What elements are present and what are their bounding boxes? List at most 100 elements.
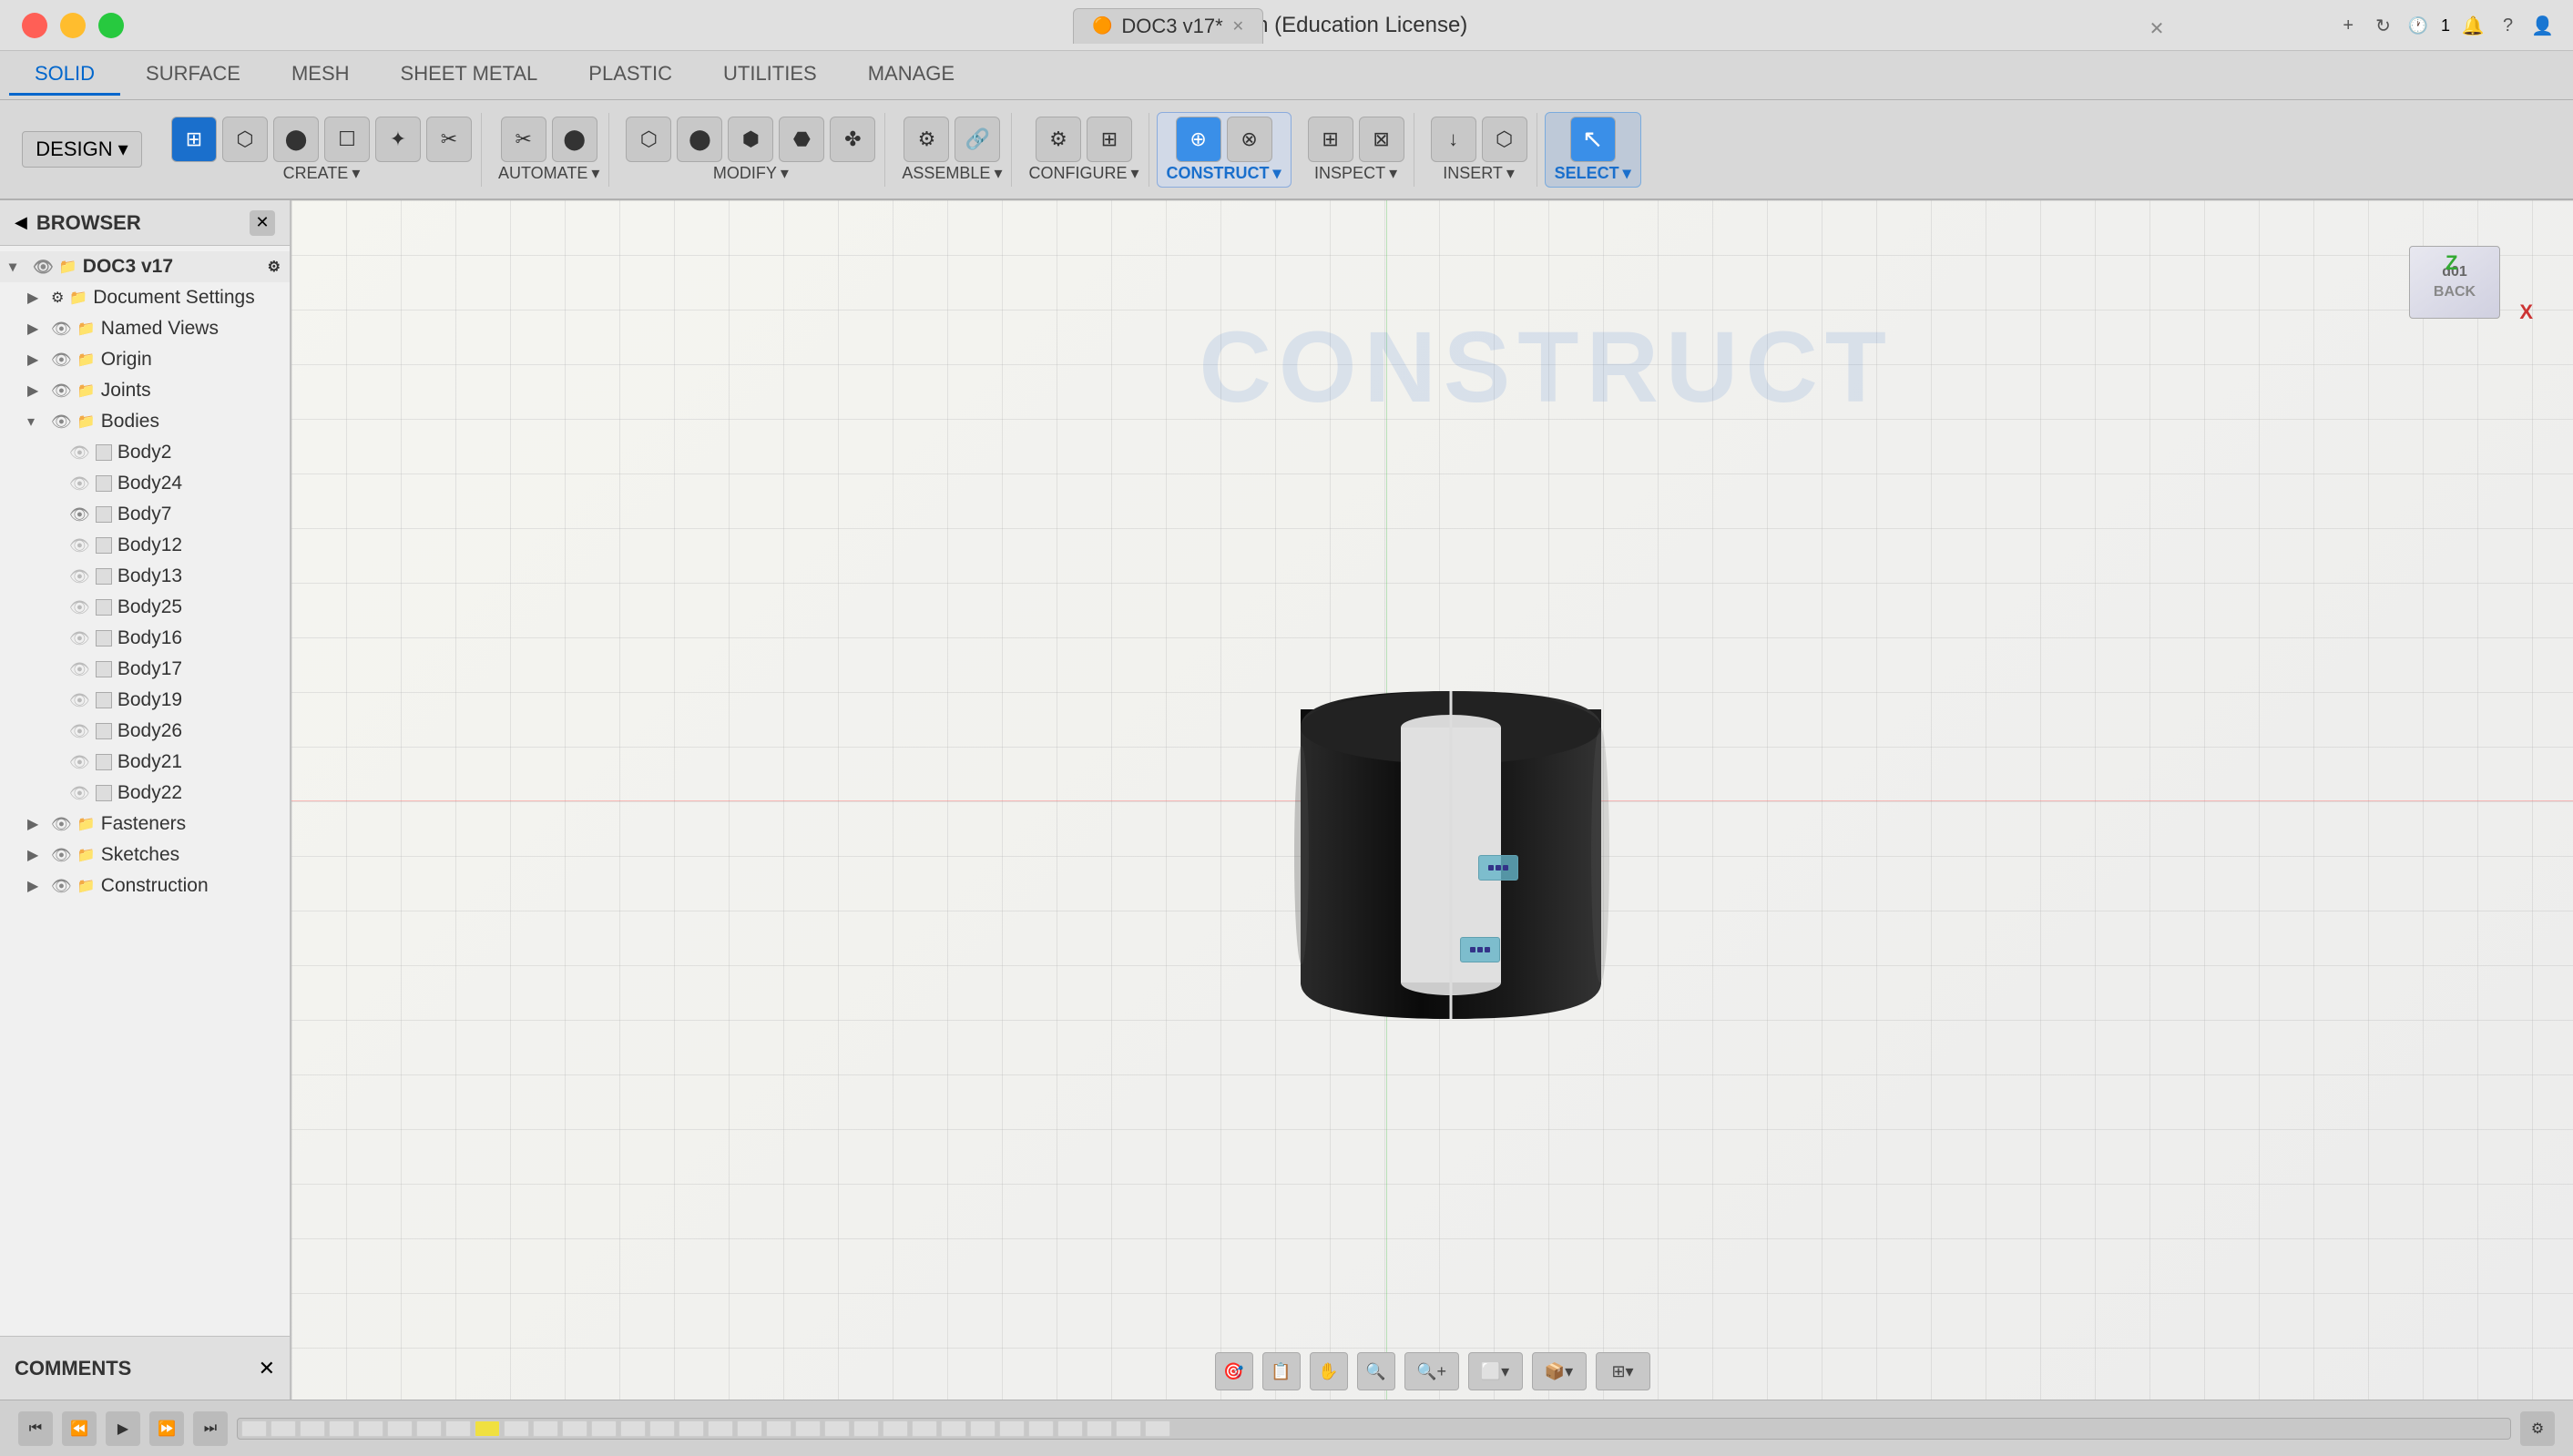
anim-settings-button[interactable]: ⚙ — [2520, 1411, 2555, 1446]
anim-frame-29[interactable] — [1057, 1420, 1083, 1437]
tree-body17[interactable]: 👁 Body17 — [0, 654, 290, 685]
joint-button[interactable]: ⚙ — [904, 117, 949, 162]
anim-frame-12[interactable] — [562, 1420, 587, 1437]
anim-frame-31[interactable] — [1116, 1420, 1141, 1437]
anim-frame-2[interactable] — [271, 1420, 296, 1437]
tree-body22[interactable]: 👁 Body22 — [0, 778, 290, 809]
tree-body16[interactable]: 👁 Body16 — [0, 623, 290, 654]
anim-frame-6[interactable] — [387, 1420, 413, 1437]
eye-icon-doc[interactable]: 👁 — [33, 258, 54, 277]
eye-icon-fasteners[interactable]: 👁 — [51, 815, 72, 834]
view-pan-button[interactable]: ✋ — [1310, 1352, 1348, 1390]
anim-frame-28[interactable] — [1028, 1420, 1054, 1437]
sweep-button[interactable]: ☐ — [324, 117, 370, 162]
anim-last-button[interactable]: ⏭ — [193, 1411, 228, 1446]
user-avatar[interactable]: 👤 — [2531, 10, 2555, 41]
eye-icon-body17[interactable]: 👁 — [69, 660, 90, 679]
anim-frame-18[interactable] — [737, 1420, 762, 1437]
midplane-button[interactable]: ⊗ — [1227, 117, 1272, 162]
automate-icon1[interactable]: ✂ — [501, 117, 546, 162]
shell-button[interactable]: ⬣ — [779, 117, 824, 162]
anim-frame-3[interactable] — [300, 1420, 325, 1437]
visual-style-button[interactable]: 📦▾ — [1532, 1352, 1587, 1390]
tab-plastic[interactable]: PLASTIC — [563, 55, 698, 96]
eye-icon-construction[interactable]: 👁 — [51, 877, 72, 896]
eye-icon-origin[interactable]: 👁 — [51, 351, 72, 370]
3d-cylinder-object[interactable] — [1260, 600, 1606, 964]
tree-body24[interactable]: 👁 Body24 — [0, 468, 290, 499]
tree-named-views[interactable]: ▶ 👁 📁 Named Views — [0, 313, 290, 344]
display-mode-button[interactable]: ⬜▾ — [1468, 1352, 1523, 1390]
tab-utilities[interactable]: UTILITIES — [698, 55, 842, 96]
anim-frame-24[interactable] — [912, 1420, 937, 1437]
measure-icon-1[interactable] — [1478, 855, 1518, 881]
view-orbit-button[interactable]: 📋 — [1262, 1352, 1301, 1390]
tab-mesh[interactable]: MESH — [266, 55, 375, 96]
tab-manage[interactable]: MANAGE — [842, 55, 980, 96]
animation-timeline[interactable] — [237, 1418, 2511, 1440]
press-pull-button[interactable]: ⬡ — [626, 117, 671, 162]
chamfer-button[interactable]: ⬢ — [728, 117, 773, 162]
doc-tab[interactable]: 🟠 DOC3 v17* ✕ — [1073, 8, 1263, 44]
eye-icon-bodies[interactable]: 👁 — [51, 412, 72, 432]
view-zoom-fit-button[interactable]: 🔍+ — [1404, 1352, 1459, 1390]
eye-icon-body2[interactable]: 👁 — [69, 443, 90, 463]
tree-body2[interactable]: 👁 Body2 — [0, 437, 290, 468]
refresh-button[interactable]: ↻ — [2371, 10, 2394, 41]
anim-frame-15[interactable] — [649, 1420, 675, 1437]
tree-body21[interactable]: 👁 Body21 — [0, 747, 290, 778]
anim-prev-button[interactable]: ⏪ — [62, 1411, 97, 1446]
notifications-icon[interactable]: 🔔 — [2461, 10, 2485, 41]
anim-frame-1[interactable] — [241, 1420, 267, 1437]
anim-frame-7[interactable] — [416, 1420, 442, 1437]
anim-frame-19[interactable] — [766, 1420, 791, 1437]
3d-viewport[interactable]: CONSTRUCT — [291, 200, 2573, 1400]
grid-settings-button[interactable]: ⊞▾ — [1596, 1352, 1650, 1390]
collapse-panel-icon[interactable]: ◀ — [15, 213, 27, 232]
anim-frame-26[interactable] — [970, 1420, 996, 1437]
anim-frame-8[interactable] — [445, 1420, 471, 1437]
anim-frame-9[interactable] — [475, 1420, 500, 1437]
anim-frame-23[interactable] — [883, 1420, 908, 1437]
tree-body26[interactable]: 👁 Body26 — [0, 716, 290, 747]
eye-icon-body24[interactable]: 👁 — [69, 474, 90, 494]
anim-frame-21[interactable] — [824, 1420, 850, 1437]
tree-joints[interactable]: ▶ 👁 📁 Joints — [0, 375, 290, 406]
new-tab-button[interactable]: + — [2336, 10, 2360, 41]
tree-fasteners[interactable]: ▶ 👁 📁 Fasteners — [0, 809, 290, 840]
tab-sheet-metal[interactable]: SHEET METAL — [375, 55, 564, 96]
design-dropdown-button[interactable]: DESIGN ▾ — [22, 131, 141, 168]
anim-frame-27[interactable] — [999, 1420, 1025, 1437]
extrude-button[interactable]: ⬡ — [222, 117, 268, 162]
doc-settings-icon[interactable]: ⚙ — [268, 258, 281, 276]
configure-icon1[interactable]: ⚙ — [1036, 117, 1081, 162]
insert-icon1[interactable]: ↓ — [1431, 117, 1476, 162]
anim-play-button[interactable]: ▶ — [106, 1411, 140, 1446]
automate-icon2[interactable]: ⬤ — [552, 117, 597, 162]
tab-surface[interactable]: SURFACE — [120, 55, 266, 96]
comments-close-button[interactable]: ✕ — [259, 1357, 275, 1380]
revolve-button[interactable]: ⬤ — [273, 117, 319, 162]
insert-icon2[interactable]: ⬡ — [1482, 117, 1527, 162]
eye-icon-body19[interactable]: 👁 — [69, 691, 90, 710]
anim-frame-11[interactable] — [533, 1420, 558, 1437]
eye-icon-body21[interactable]: 👁 — [69, 753, 90, 772]
tree-construction[interactable]: ▶ 👁 📁 Construction — [0, 871, 290, 901]
interference-button[interactable]: ⊠ — [1359, 117, 1404, 162]
eye-icon-body12[interactable]: 👁 — [69, 536, 90, 555]
eye-icon-body16[interactable]: 👁 — [69, 629, 90, 648]
tree-body25[interactable]: 👁 Body25 — [0, 592, 290, 623]
eye-icon-body26[interactable]: 👁 — [69, 722, 90, 741]
configure-icon2[interactable]: ⊞ — [1087, 117, 1132, 162]
browser-close-button[interactable]: ✕ — [250, 210, 275, 236]
tree-doc-settings[interactable]: ▶ ⚙ 📁 Document Settings — [0, 282, 290, 313]
tree-body13[interactable]: 👁 Body13 — [0, 561, 290, 592]
anim-first-button[interactable]: ⏮ — [18, 1411, 53, 1446]
eye-icon-joints[interactable]: 👁 — [51, 382, 72, 401]
select-button[interactable]: ↖ — [1570, 117, 1616, 162]
measure-button[interactable]: ⊞ — [1308, 117, 1353, 162]
tree-origin[interactable]: ▶ 👁 📁 Origin — [0, 344, 290, 375]
tree-body19[interactable]: 👁 Body19 — [0, 685, 290, 716]
eye-icon-body7[interactable]: 👁 — [69, 505, 90, 524]
anim-frame-30[interactable] — [1087, 1420, 1112, 1437]
